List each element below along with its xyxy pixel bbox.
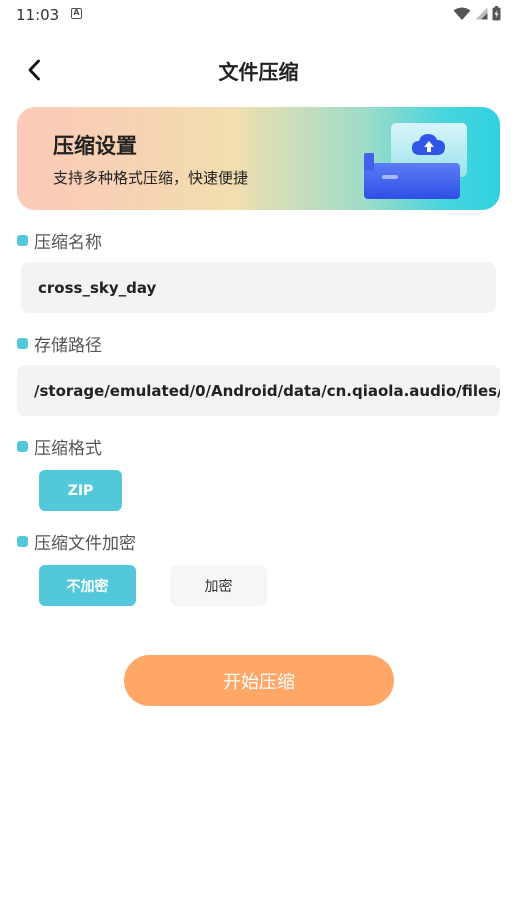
wifi-icon	[453, 7, 471, 20]
app-header: 文件压缩	[0, 42, 517, 98]
encryption-chip[interactable]: 加密	[170, 565, 267, 606]
banner-title: 压缩设置	[53, 134, 137, 158]
encrypt-label-text: 压缩文件加密	[34, 534, 136, 554]
path-section-label: 存储路径	[17, 331, 102, 356]
cell-signal-icon	[475, 7, 488, 20]
section-dot	[17, 235, 28, 246]
status-time: 11:03	[16, 6, 60, 24]
format-label-text: 压缩格式	[34, 439, 102, 459]
status-bar: 11:03 A	[0, 0, 517, 30]
no-encryption-chip[interactable]: 不加密	[39, 565, 136, 606]
storage-path-field[interactable]: /storage/emulated/0/Android/data/cn.qiao…	[17, 365, 500, 416]
format-zip-chip[interactable]: ZIP	[39, 470, 122, 511]
encrypt-section-label: 压缩文件加密	[17, 529, 136, 554]
format-section-label: 压缩格式	[17, 434, 102, 459]
settings-banner: 压缩设置 支持多种格式压缩，快速便捷	[17, 107, 500, 210]
name-section-label: 压缩名称	[17, 228, 102, 253]
name-label-text: 压缩名称	[34, 233, 102, 253]
battery-charging-icon	[492, 6, 501, 21]
cloud-upload-box-icon	[364, 123, 467, 199]
archive-name-input[interactable]: cross_sky_day	[21, 262, 496, 313]
section-dot	[17, 441, 28, 452]
banner-subtitle: 支持多种格式压缩，快速便捷	[53, 169, 249, 187]
start-compression-button[interactable]: 开始压缩	[124, 655, 394, 706]
status-icons	[453, 6, 501, 21]
notification-a-icon: A	[71, 8, 82, 19]
path-label-text: 存储路径	[34, 336, 102, 356]
page-title: 文件压缩	[218, 60, 299, 84]
section-dot	[17, 338, 28, 349]
section-dot	[17, 536, 28, 547]
